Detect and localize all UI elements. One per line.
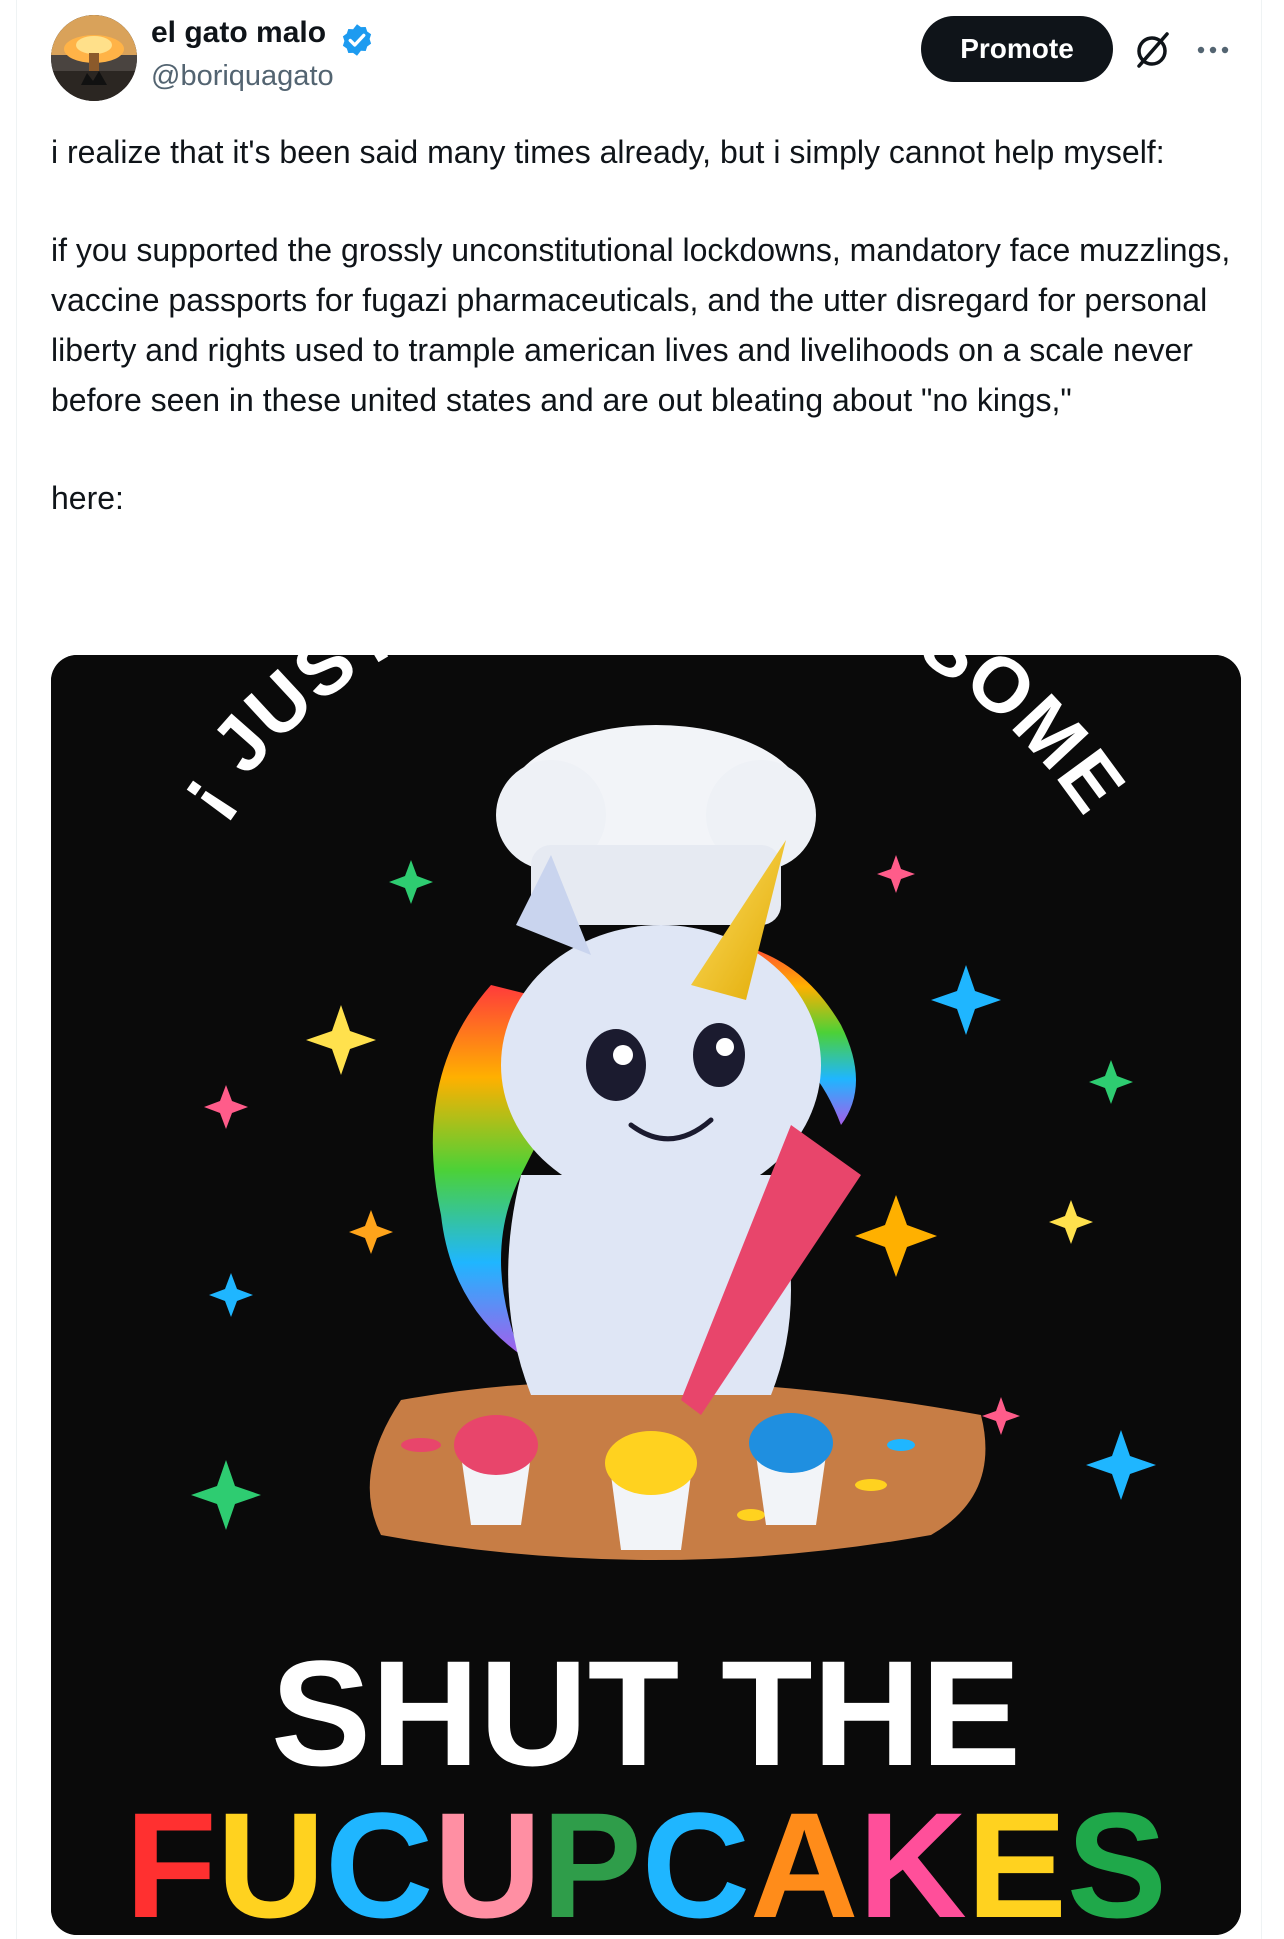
meme-letter: K bbox=[858, 1781, 966, 1935]
author-display-name[interactable]: el gato malo bbox=[151, 16, 326, 50]
meme-letter: A bbox=[750, 1781, 858, 1935]
author-handle[interactable]: @boriquagato bbox=[151, 60, 334, 93]
tweet-card: el gato malo @boriquagato Promote i real… bbox=[16, 0, 1262, 1939]
meme-letter: U bbox=[217, 1781, 325, 1935]
meme-line-fucupcakes: FUCUPCAKES bbox=[125, 1781, 1167, 1935]
tweet-media-image[interactable]: ¡ JUST BAKED YOU SOME bbox=[51, 655, 1241, 1935]
meme-letter: U bbox=[433, 1781, 541, 1935]
meme-letter: E bbox=[967, 1781, 1067, 1935]
more-options-icon[interactable] bbox=[1189, 30, 1237, 70]
meme-letter: F bbox=[125, 1781, 217, 1935]
meme-letter: C bbox=[642, 1781, 750, 1935]
tweet-paragraph: if you supported the grossly unconstitut… bbox=[51, 232, 1231, 418]
verified-badge-icon[interactable] bbox=[339, 22, 375, 58]
meme-letter: S bbox=[1067, 1781, 1167, 1935]
grok-icon[interactable] bbox=[1131, 28, 1175, 72]
meme-letter: C bbox=[325, 1781, 433, 1935]
tweet-paragraph: i realize that it's been said many times… bbox=[51, 134, 1165, 170]
meme-letter: P bbox=[542, 1781, 642, 1935]
avatar[interactable] bbox=[51, 15, 137, 101]
meme-line-shut-the: SHUT THE bbox=[271, 1629, 1021, 1797]
tweet-paragraph: here: bbox=[51, 480, 124, 516]
unicorn-cupcake-meme: ¡ JUST BAKED YOU SOME bbox=[51, 655, 1241, 1935]
promote-button[interactable]: Promote bbox=[921, 16, 1113, 82]
unicorn-head bbox=[501, 925, 821, 1205]
avatar-image bbox=[51, 15, 137, 101]
tweet-text: i realize that it's been said many times… bbox=[51, 127, 1251, 523]
